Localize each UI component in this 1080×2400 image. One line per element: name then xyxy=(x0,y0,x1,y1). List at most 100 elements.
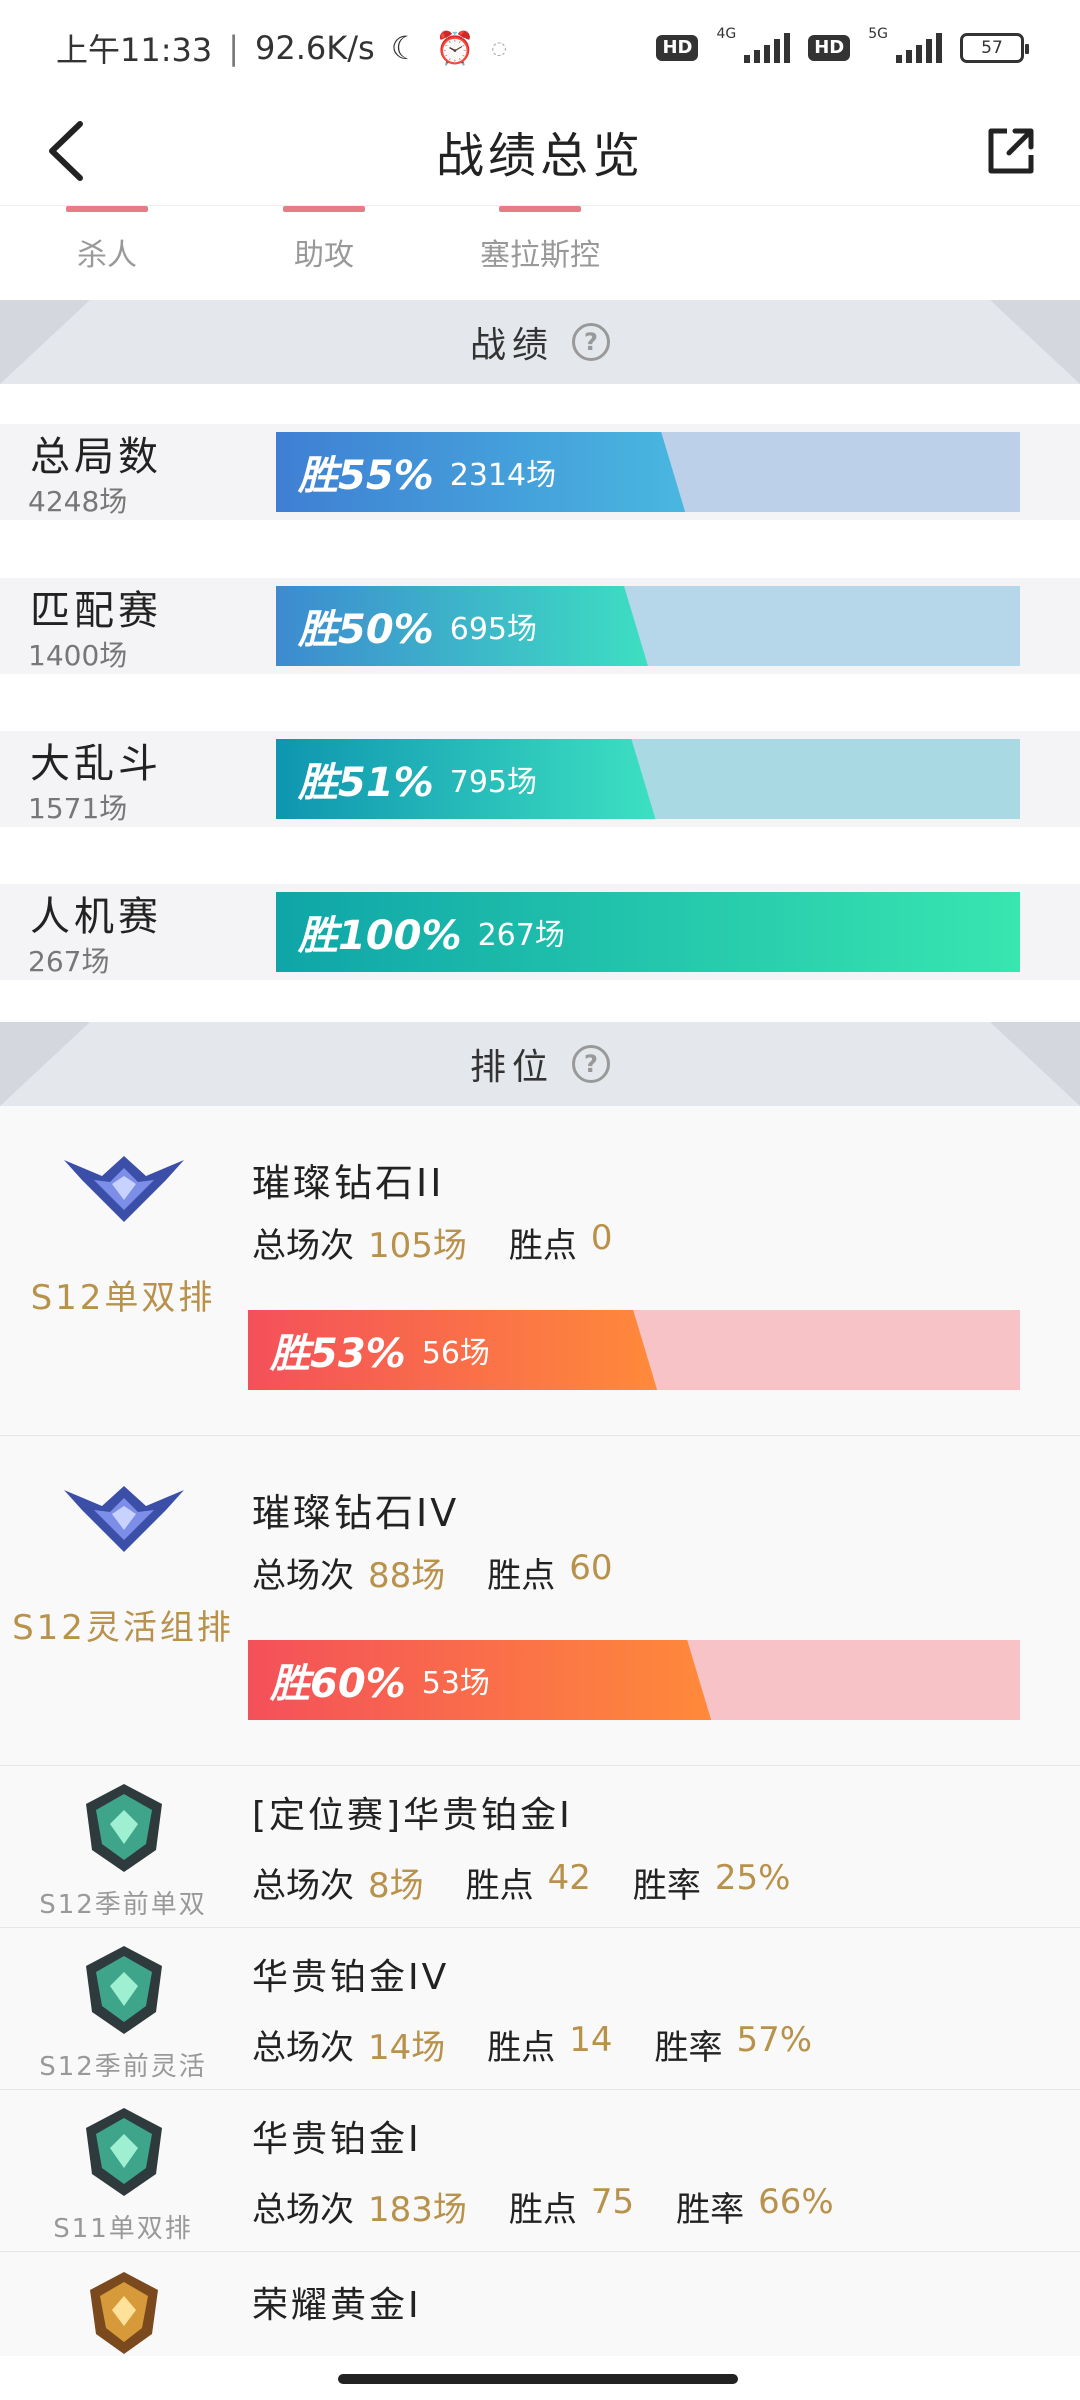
stat-label: 胜点 xyxy=(508,1226,577,1266)
hd-icon: HD xyxy=(808,35,851,61)
share-button[interactable] xyxy=(978,118,1044,184)
rank-card[interactable]: S12季前单双 [定位赛]华贵铂金I 总场次 8场 胜点 42 胜率 25% xyxy=(0,1766,1080,1928)
status-time: 上午11:33 xyxy=(56,31,213,69)
win-rate-text: 胜51% 795场 xyxy=(298,739,537,819)
rank-section-header: 排位 ? xyxy=(0,1022,1080,1106)
season-label: S11单双排 xyxy=(53,2214,193,2244)
record-mode-name: 大乱斗 xyxy=(30,741,162,787)
rank-card[interactable]: 荣耀黄金I xyxy=(0,2252,1080,2356)
tab-kills[interactable]: 杀人 xyxy=(66,206,148,274)
rank-card[interactable]: S12灵活组排 璀璨钻石IV 总场次 88场 胜点 60 胜60% 53场 xyxy=(0,1436,1080,1766)
win-count: 267场 xyxy=(477,918,565,953)
network-type-4g: 4G xyxy=(716,26,737,42)
stat-label: 总场次 xyxy=(252,1226,354,1266)
stat-value: 57% xyxy=(736,2020,813,2060)
record-row[interactable]: 大乱斗 1571场 胜51% 795场 xyxy=(0,731,1080,827)
rank-card[interactable]: S12单双排 璀璨钻石II 总场次 105场 胜点 0 胜53% 56场 xyxy=(0,1106,1080,1436)
win-rate-label: 胜55% xyxy=(298,453,434,499)
signal-icon xyxy=(744,33,791,63)
stat-label: 胜率 xyxy=(654,2028,723,2068)
stat-value: 75 xyxy=(590,2182,635,2222)
platinum-emblem-icon xyxy=(86,2108,162,2196)
stat-value: 25% xyxy=(714,1858,791,1898)
rank-name: 璀璨钻石II xyxy=(252,1161,445,1205)
tab-indicator xyxy=(499,206,581,212)
rank-name: [定位赛]华贵铂金I xyxy=(252,1795,573,1836)
tab-sylas-control[interactable]: 塞拉斯控 xyxy=(470,206,610,274)
season-label: S12单双排 xyxy=(30,1278,216,1318)
win-count: 56场 xyxy=(421,1336,490,1371)
stat-value: 8场 xyxy=(368,1866,424,1906)
tab-indicator xyxy=(66,206,148,212)
rank-card[interactable]: S12季前灵活 华贵铂金IV 总场次 14场 胜点 14 胜率 57% xyxy=(0,1928,1080,2090)
record-mode-name: 匹配赛 xyxy=(30,588,162,634)
record-row[interactable]: 人机赛 267场 胜100% 267场 xyxy=(0,884,1080,980)
stat-value: 42 xyxy=(547,1858,591,1898)
share-icon xyxy=(988,128,1034,174)
season-label: S12季前灵活 xyxy=(39,2052,207,2082)
rank-stats: 总场次 14场 胜点 14 胜率 57% xyxy=(252,2020,840,2069)
diamond-emblem-icon xyxy=(64,1486,184,1552)
win-rate-bar: 胜51% 795场 xyxy=(276,739,1020,819)
stat-label: 胜点 xyxy=(508,2190,577,2230)
stat-label: 胜率 xyxy=(632,1866,701,1906)
rank-name: 华贵铂金IV xyxy=(252,1957,450,1998)
page-title: 战绩总览 xyxy=(435,127,644,184)
win-rate-text: 胜50% 695场 xyxy=(298,586,537,666)
record-total-games: 1400场 xyxy=(28,639,128,672)
rank-card[interactable]: S11单双排 华贵铂金I 总场次 183场 胜点 75 胜率 66% xyxy=(0,2090,1080,2252)
home-indicator[interactable] xyxy=(338,2374,738,2384)
win-rate-bar: 胜60% 53场 xyxy=(248,1640,1020,1720)
record-total-games: 4248场 xyxy=(28,485,128,518)
back-button[interactable] xyxy=(36,118,96,184)
stat-value: 66% xyxy=(758,2182,834,2222)
status-bar: 上午11:33 | 92.6K/s ☾ ⏰ ◌ HD 4G HD 5G 57 xyxy=(0,0,1080,96)
status-separator: | xyxy=(228,29,240,67)
network-type-5g: 5G xyxy=(868,26,888,42)
record-row[interactable]: 匹配赛 1400场 胜50% 695场 xyxy=(0,578,1080,674)
stat-label: 胜点 xyxy=(487,2028,556,2068)
rank-name: 华贵铂金I xyxy=(252,2119,422,2160)
win-rate-bar: 胜53% 56场 xyxy=(248,1310,1020,1390)
chevron-left-icon xyxy=(49,121,83,181)
status-speed: 92.6K/s xyxy=(255,29,375,67)
section-title: 排位 xyxy=(469,1047,554,1088)
platinum-emblem-icon xyxy=(86,1946,162,2034)
stat-label: 总场次 xyxy=(252,2190,354,2230)
diamond-emblem-icon xyxy=(64,1156,184,1222)
alarm-icon: ⏰ xyxy=(435,29,476,67)
stat-label: 总场次 xyxy=(252,1866,354,1906)
win-rate-label: 胜51% xyxy=(298,760,434,806)
tab-label: 杀人 xyxy=(77,238,137,273)
win-count: 53场 xyxy=(421,1666,490,1701)
rank-stats: 总场次 105场 胜点 0 xyxy=(252,1218,641,1267)
help-icon[interactable]: ? xyxy=(572,1045,610,1083)
stat-value: 14 xyxy=(569,2020,613,2060)
tab-indicator xyxy=(283,206,365,212)
moon-icon: ☾ xyxy=(390,29,420,67)
win-count: 795场 xyxy=(449,765,538,800)
top-nav-bar: 战绩总览 xyxy=(0,96,1080,206)
stat-value: 183场 xyxy=(368,2190,467,2230)
win-rate-label: 胜100% xyxy=(298,913,462,959)
rank-name: 璀璨钻石IV xyxy=(252,1491,460,1535)
win-rate-label: 胜60% xyxy=(270,1661,406,1707)
win-rate-bar: 胜55% 2314场 xyxy=(276,432,1020,512)
signal-icon xyxy=(896,33,942,63)
rank-name: 荣耀黄金I xyxy=(252,2285,422,2326)
win-rate-label: 胜53% xyxy=(270,1331,406,1377)
rank-stats: 总场次 88场 胜点 60 xyxy=(252,1548,641,1597)
rank-stats: 总场次 8场 胜点 42 胜率 25% xyxy=(252,1858,818,1907)
win-rate-bar: 胜50% 695场 xyxy=(276,586,1020,666)
win-count: 2314场 xyxy=(449,458,557,493)
season-label: S12灵活组排 xyxy=(12,1608,234,1648)
help-icon[interactable]: ? xyxy=(572,323,610,361)
record-section-header: 战绩 ? xyxy=(0,300,1080,384)
tab-label: 助攻 xyxy=(294,238,354,273)
stat-value: 14场 xyxy=(368,2028,446,2068)
record-row[interactable]: 总局数 4248场 胜55% 2314场 xyxy=(0,424,1080,520)
tab-label: 塞拉斯控 xyxy=(480,238,600,273)
tab-assists[interactable]: 助攻 xyxy=(283,206,365,274)
season-label: S12季前单双 xyxy=(39,1890,207,1920)
win-rate-text: 胜100% 267场 xyxy=(298,892,565,972)
